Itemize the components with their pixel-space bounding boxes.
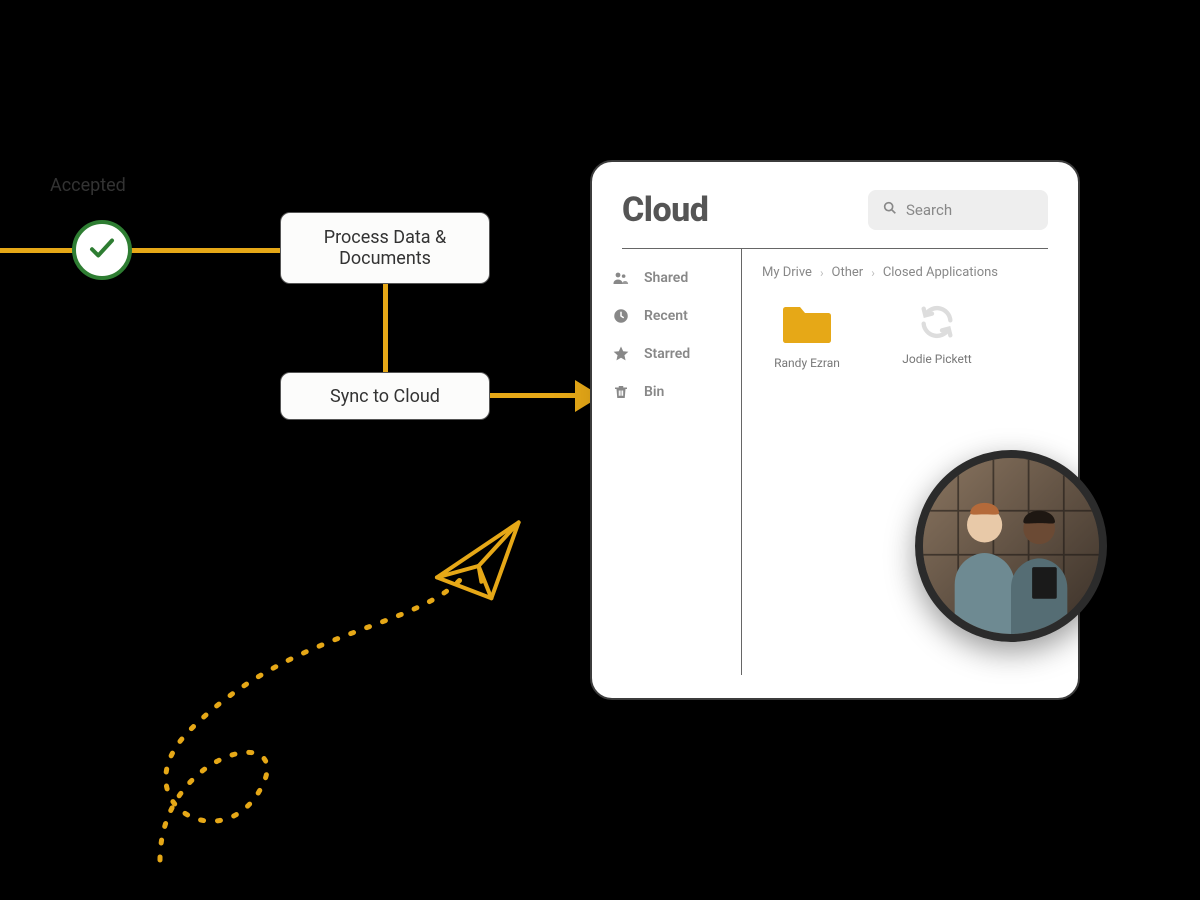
paper-plane-doodle	[130, 520, 560, 880]
arrow-connector	[490, 393, 580, 398]
clock-icon	[612, 307, 630, 325]
path-trail	[160, 580, 460, 860]
sidebar-item-shared[interactable]: Shared	[612, 269, 741, 287]
syncing-item[interactable]: Jodie Pickett	[892, 302, 982, 370]
star-icon	[612, 345, 630, 363]
breadcrumb-part[interactable]: Closed Applications	[883, 265, 998, 280]
connector-line-2	[383, 284, 388, 374]
node-label: Process Data & Documents	[299, 227, 471, 269]
sidebar-item-label: Starred	[644, 346, 690, 362]
folder-icon	[779, 302, 835, 346]
sync-icon	[917, 302, 957, 342]
chevron-right-icon: ›	[820, 266, 824, 280]
search-placeholder: Search	[906, 201, 952, 219]
accepted-label: Accepted	[50, 175, 126, 196]
item-label: Jodie Pickett	[902, 352, 971, 366]
team-photo-avatar	[915, 450, 1107, 642]
chevron-right-icon: ›	[871, 266, 875, 280]
people-icon	[612, 269, 630, 287]
sidebar-item-label: Bin	[644, 384, 664, 400]
accepted-check-circle	[72, 220, 132, 280]
sidebar-item-label: Recent	[644, 308, 688, 324]
process-data-node: Process Data & Documents	[280, 212, 490, 284]
search-icon	[882, 200, 898, 220]
card-title: Cloud	[622, 190, 708, 230]
connector-line-1	[0, 248, 280, 253]
breadcrumb: My Drive › Other › Closed Applications	[762, 265, 1058, 280]
folder-item[interactable]: Randy Ezran	[762, 302, 852, 370]
sidebar-item-bin[interactable]: Bin	[612, 383, 741, 401]
breadcrumb-part[interactable]: My Drive	[762, 265, 812, 280]
search-input[interactable]: Search	[868, 190, 1048, 230]
item-label: Randy Ezran	[774, 356, 840, 370]
sidebar: Shared Recent Starred Bin	[592, 249, 742, 675]
check-icon	[87, 233, 117, 267]
sidebar-item-starred[interactable]: Starred	[612, 345, 741, 363]
sync-to-cloud-node: Sync to Cloud	[280, 372, 490, 420]
trash-icon	[612, 383, 630, 401]
node-label: Sync to Cloud	[330, 386, 440, 407]
breadcrumb-part[interactable]: Other	[832, 265, 864, 280]
sidebar-item-label: Shared	[644, 270, 688, 286]
sidebar-item-recent[interactable]: Recent	[612, 307, 741, 325]
